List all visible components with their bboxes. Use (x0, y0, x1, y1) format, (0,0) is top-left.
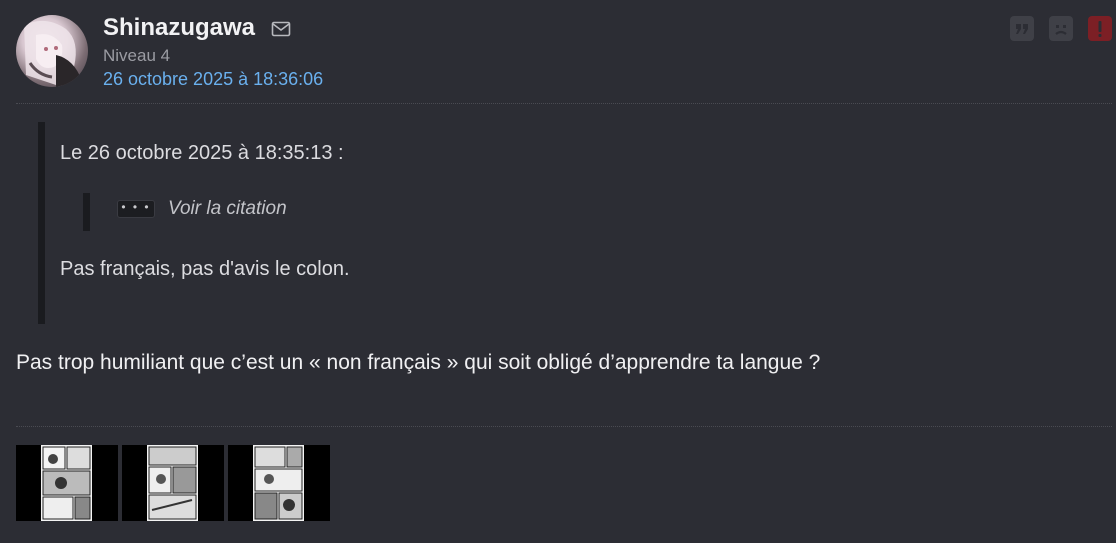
manga-page-thumbnail[interactable] (122, 445, 224, 521)
report-button[interactable] (1088, 16, 1112, 41)
sad-button[interactable] (1049, 16, 1073, 41)
avatar-illustration (24, 20, 82, 87)
signature-divider (16, 426, 1112, 427)
mail-icon[interactable] (271, 21, 291, 37)
header-divider (16, 103, 1112, 104)
quote-icon (1016, 23, 1028, 34)
exclamation-icon (1098, 20, 1102, 37)
nested-quote-border (83, 193, 90, 231)
username-link[interactable]: Shinazugawa (103, 14, 255, 42)
quote-text: Pas français, pas d'avis le colon. (60, 258, 350, 280)
show-quote-link[interactable]: Voir la citation (168, 198, 287, 220)
manga-page-thumbnail[interactable] (228, 445, 330, 521)
user-level: Niveau 4 (103, 46, 171, 65)
post-message: Pas trop humiliant que c’est un « non fr… (16, 351, 821, 374)
forum-post: Shinazugawa Niveau 4 26 octobre 2025 à 1… (0, 0, 1116, 543)
quote-header: Le 26 octobre 2025 à 18:35:13 : (60, 142, 344, 164)
expand-quote-button[interactable]: • • • (117, 200, 155, 218)
user-avatar[interactable] (16, 15, 88, 87)
quote-border (38, 122, 45, 324)
post-date-link[interactable]: 26 octobre 2025 à 18:36:06 (103, 69, 323, 90)
manga-page-thumbnail[interactable] (16, 445, 118, 521)
quote-button[interactable] (1010, 16, 1034, 41)
sad-face-icon (1055, 24, 1067, 35)
